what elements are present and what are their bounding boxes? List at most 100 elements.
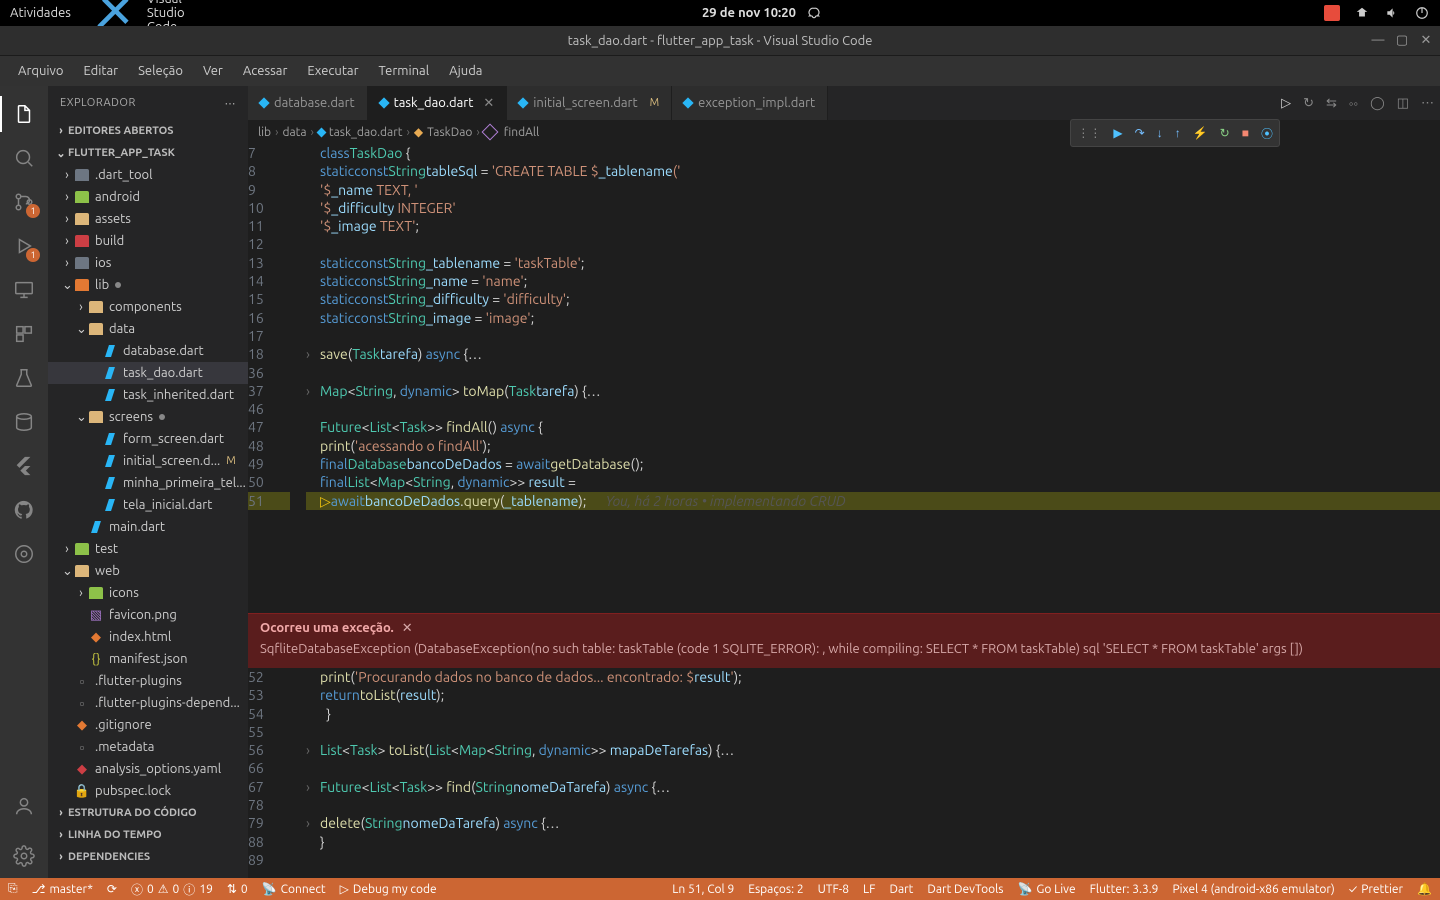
github-activity-icon[interactable] [0, 488, 48, 532]
more-tab-icon[interactable]: ⋯ [1421, 96, 1434, 111]
notifications-icon[interactable]: 🔔 [1417, 882, 1432, 896]
maximize-button[interactable]: ▢ [1394, 32, 1410, 48]
open-editors-section[interactable]: ›EDITORES ABERTOS [48, 120, 248, 142]
golive-indicator[interactable]: 📡 Go Live [1017, 882, 1075, 896]
breadcrumb[interactable]: lib› data› task_dao.dart› ◆TaskDao› find… [248, 120, 1440, 144]
tree-item[interactable]: minha_primeira_tel... [48, 472, 248, 494]
branch-indicator[interactable]: ⎇ master* [32, 882, 93, 896]
connect-indicator[interactable]: 📡 Connect [262, 882, 326, 896]
volume-icon[interactable] [1384, 5, 1400, 21]
tree-item[interactable]: › test [48, 538, 248, 560]
step-out-icon[interactable]: ↑ [1175, 126, 1181, 140]
settings-activity-icon[interactable] [0, 834, 48, 878]
split-icon[interactable]: ◫ [1397, 96, 1409, 111]
database-activity-icon[interactable] [0, 400, 48, 444]
search-activity-icon[interactable] [0, 136, 48, 180]
debug-activity-icon[interactable]: 1 [0, 224, 48, 268]
tree-item[interactable]: ⌄ web [48, 560, 248, 582]
stop-icon[interactable]: ■ [1242, 126, 1249, 140]
close-window-button[interactable]: ✕ [1418, 32, 1434, 48]
hot-reload-icon[interactable]: ⚡ [1193, 126, 1208, 140]
tree-item[interactable]: › assets [48, 208, 248, 230]
outline-section[interactable]: ›ESTRUTURA DO CÓDIGO [48, 802, 248, 824]
encoding-indicator[interactable]: UTF-8 [818, 883, 849, 896]
timeline-section[interactable]: ›LINHA DO TEMPO [48, 824, 248, 846]
tree-item[interactable]: ◆analysis_options.yaml [48, 758, 248, 780]
editor-tab[interactable]: exception_impl.dart [672, 86, 828, 120]
tree-item[interactable]: ◆.gitignore [48, 714, 248, 736]
flutter-indicator[interactable]: Flutter: 3.3.9 [1090, 883, 1159, 896]
run-icon[interactable]: ▷ [1281, 96, 1291, 111]
editor-tab[interactable]: initial_screen.dartM [507, 86, 672, 120]
tree-item[interactable]: › components [48, 296, 248, 318]
tree-item[interactable]: ◆index.html [48, 626, 248, 648]
tree-item[interactable]: initial_screen.d...M [48, 450, 248, 472]
menu-acessar[interactable]: Acessar [233, 60, 298, 82]
tree-item[interactable]: {}manifest.json [48, 648, 248, 670]
tree-item[interactable]: task_inherited.dart [48, 384, 248, 406]
activities-label[interactable]: Atividades [10, 6, 71, 20]
remote-activity-icon[interactable] [0, 268, 48, 312]
testing-activity-icon[interactable] [0, 356, 48, 400]
problems-indicator[interactable]: ⓧ 0 ⚠ 0 ⓘ 19 [131, 881, 213, 898]
anydesk-tray-icon[interactable] [1324, 5, 1340, 21]
port-indicator[interactable]: ⇅ 0 [227, 882, 248, 896]
menu-editar[interactable]: Editar [73, 60, 128, 82]
clock-label[interactable]: 29 de nov 10:20 [702, 6, 796, 20]
eol-indicator[interactable]: LF [863, 883, 875, 896]
tree-item[interactable]: › icons [48, 582, 248, 604]
tree-item[interactable]: › .dart_tool [48, 164, 248, 186]
indent-indicator[interactable]: Espaços: 2 [748, 883, 803, 896]
remote-indicator[interactable]: ⎘ [8, 882, 18, 896]
account-activity-icon[interactable] [0, 784, 48, 828]
menu-executar[interactable]: Executar [297, 60, 368, 82]
extensions-activity-icon[interactable] [0, 312, 48, 356]
menu-terminal[interactable]: Terminal [369, 60, 440, 82]
editor-tab[interactable]: task_dao.dart✕ [368, 86, 508, 120]
gitlens-activity-icon[interactable] [0, 532, 48, 576]
network-icon[interactable] [1354, 5, 1370, 21]
devtools-indicator[interactable]: Dart DevTools [927, 883, 1003, 896]
drag-handle-icon[interactable]: ⋮⋮ [1077, 126, 1101, 140]
tree-item[interactable]: ▫.metadata [48, 736, 248, 758]
tree-item[interactable]: ▧favicon.png [48, 604, 248, 626]
deps-section[interactable]: ›DEPENDENCIES [48, 846, 248, 868]
tree-item[interactable]: main.dart [48, 516, 248, 538]
cursor-pos[interactable]: Ln 51, Col 9 [672, 883, 734, 896]
project-section[interactable]: ⌄FLUTTER_APP_TASK [48, 142, 248, 164]
lang-indicator[interactable]: Dart [889, 883, 913, 896]
tree-item[interactable]: › build [48, 230, 248, 252]
step-into-icon[interactable]: ↓ [1157, 126, 1163, 140]
circle-icon[interactable]: ◯ [1370, 96, 1385, 111]
editor-tab[interactable]: database.dart [248, 86, 368, 120]
tree-item[interactable]: tela_inicial.dart [48, 494, 248, 516]
git-icon[interactable]: ◦◦ [1349, 96, 1358, 111]
menu-arquivo[interactable]: Arquivo [8, 60, 73, 82]
menu-ajuda[interactable]: Ajuda [439, 60, 492, 82]
minimize-button[interactable]: ― [1370, 32, 1386, 48]
tree-item[interactable]: database.dart [48, 340, 248, 362]
explorer-activity-icon[interactable] [0, 92, 48, 136]
tree-item[interactable]: ⌄ data [48, 318, 248, 340]
tree-item[interactable]: form_screen.dart [48, 428, 248, 450]
close-tab-icon[interactable]: ✕ [483, 96, 494, 111]
prettier-indicator[interactable]: ✓ Prettier [1349, 883, 1403, 896]
explorer-more-icon[interactable]: ⋯ [225, 97, 237, 110]
tree-item[interactable]: ▫.flutter-plugins-depend... [48, 692, 248, 714]
step-over-icon[interactable]: ↷ [1135, 126, 1145, 140]
tree-item[interactable]: task_dao.dart [48, 362, 248, 384]
tree-item[interactable]: ⌄ lib [48, 274, 248, 296]
scm-activity-icon[interactable]: 1 [0, 180, 48, 224]
exception-close-icon[interactable]: ✕ [402, 621, 413, 635]
tree-item[interactable]: › android [48, 186, 248, 208]
notification-icon[interactable] [806, 5, 822, 21]
inspect-icon[interactable]: ⦿ [1261, 125, 1273, 142]
continue-icon[interactable]: ▶ [1113, 126, 1122, 140]
tree-item[interactable]: › ios [48, 252, 248, 274]
power-icon[interactable] [1414, 5, 1430, 21]
tree-item[interactable]: ⌄ screens [48, 406, 248, 428]
sync-indicator[interactable]: ⟳ [107, 882, 117, 896]
device-indicator[interactable]: Pixel 4 (android-x86 emulator) [1172, 883, 1334, 896]
flutter-activity-icon[interactable] [0, 444, 48, 488]
tree-item[interactable]: ▫.flutter-plugins [48, 670, 248, 692]
